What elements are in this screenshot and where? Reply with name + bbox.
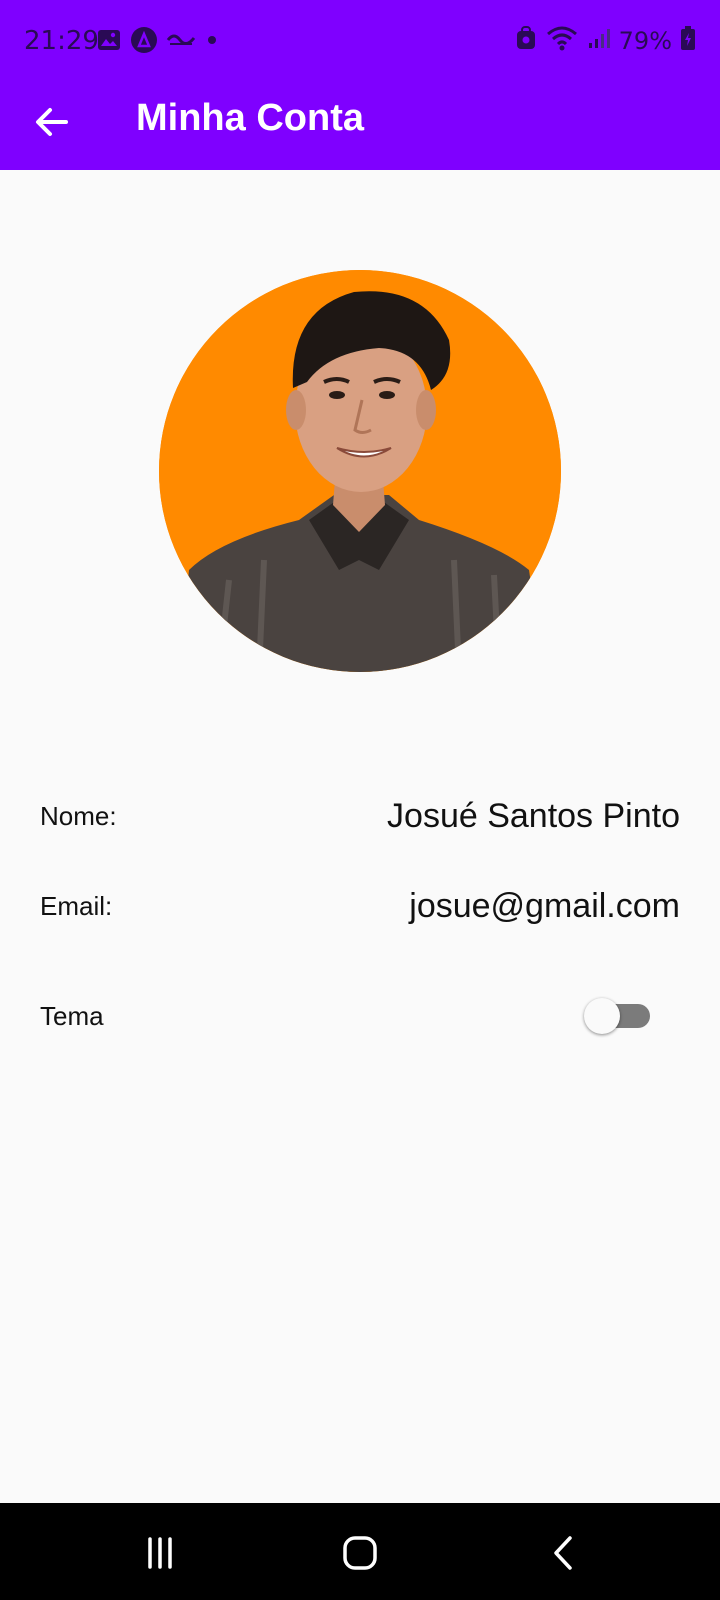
name-label: Nome:: [40, 800, 117, 831]
toggle-thumb: [584, 998, 620, 1034]
app-a-icon: [130, 26, 158, 59]
gallery-icon: [96, 27, 122, 58]
name-value: Josué Santos Pinto: [387, 796, 680, 835]
back-button[interactable]: [26, 96, 78, 148]
status-system-icons: 79%: [515, 24, 696, 57]
email-label: Email:: [40, 890, 113, 921]
status-bar: 21:29 79%: [0, 0, 720, 84]
app-small-icon: [166, 30, 196, 55]
status-time: 21:29: [24, 26, 99, 56]
battery-icon: [680, 25, 696, 56]
email-value: josue@gmail.com: [409, 886, 680, 925]
app-bar: Minha Conta: [0, 84, 720, 170]
avatar: [159, 270, 561, 672]
theme-toggle[interactable]: [584, 998, 654, 1034]
back-icon: [554, 1536, 572, 1570]
arrow-left-icon: [36, 108, 68, 136]
profile-photo: [159, 270, 561, 672]
page-title: Minha Conta: [136, 97, 364, 139]
status-notification-icons: [96, 26, 220, 59]
dot-icon: [204, 32, 220, 53]
wifi-icon: [545, 24, 579, 57]
theme-label: Tema: [40, 1000, 104, 1031]
name-row: Nome: Josué Santos Pinto: [40, 788, 680, 844]
theme-row: Tema: [40, 988, 680, 1044]
email-row: Email: josue@gmail.com: [40, 878, 680, 934]
home-icon: [343, 1536, 377, 1570]
signal-icon: [587, 26, 611, 55]
recent-apps-button[interactable]: [130, 1523, 190, 1583]
lock-icon: [515, 25, 537, 56]
nav-back-button[interactable]: [534, 1523, 594, 1583]
battery-percent: 79%: [618, 26, 672, 55]
home-button[interactable]: [330, 1523, 390, 1583]
recent-apps-icon: [148, 1537, 172, 1569]
navigation-bar: [0, 1503, 720, 1600]
